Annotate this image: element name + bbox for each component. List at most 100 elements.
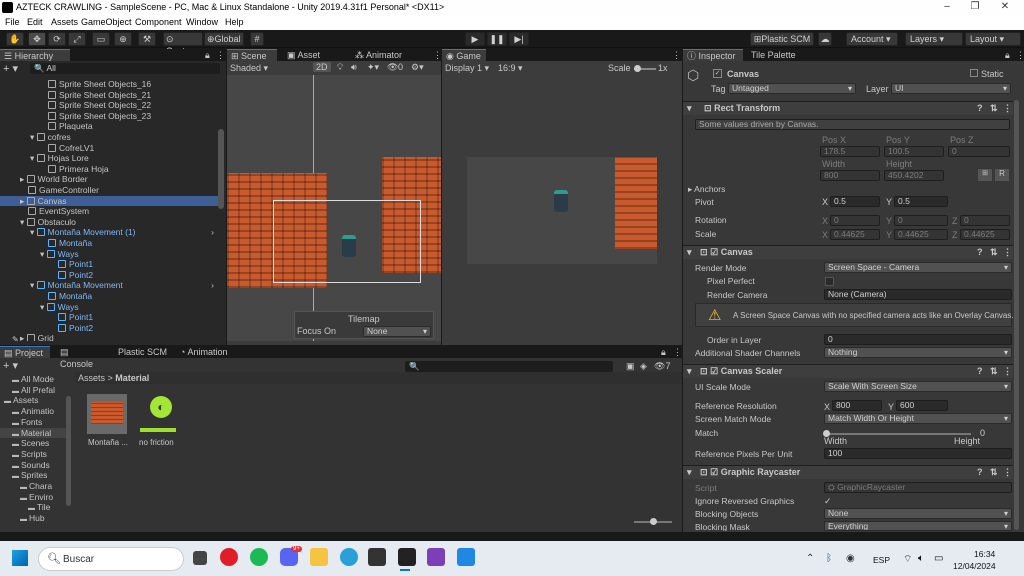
rotate-tool-icon[interactable]: ⟳ bbox=[48, 32, 66, 46]
canvas-component-header[interactable]: ▾ ⊡ ☑ Canvas ? ⇅ ⋮ bbox=[683, 245, 1013, 259]
tab-tile-palette[interactable]: Tile Palette bbox=[747, 49, 807, 61]
unity-hub-icon[interactable] bbox=[368, 548, 386, 566]
raycaster-enabled-checkbox[interactable]: ☑ bbox=[710, 467, 718, 477]
mode-2d-toggle[interactable]: 2D bbox=[313, 62, 331, 72]
prefab-open-icon[interactable]: › bbox=[211, 280, 214, 291]
scene-menu-icon[interactable]: ⋮ bbox=[433, 50, 442, 61]
tab-inspector[interactable]: ⓘ Inspector bbox=[683, 49, 743, 61]
project-folder-item[interactable]: ▬ All Prefal bbox=[0, 385, 66, 396]
help-icon[interactable]: ? bbox=[977, 102, 983, 115]
task-view-icon[interactable] bbox=[193, 551, 207, 565]
expand-arrow-icon[interactable]: ▾ bbox=[20, 217, 27, 227]
tray-overflow-icon[interactable]: ⌃ bbox=[806, 553, 814, 564]
pixel-perfect-checkbox[interactable] bbox=[825, 277, 834, 286]
blueprint-button[interactable]: ⊞ bbox=[978, 169, 992, 181]
preset-icon[interactable]: ⇅ bbox=[990, 102, 998, 115]
project-folder-item[interactable]: ▬ Hub bbox=[0, 513, 66, 524]
breadcrumb-material[interactable]: Material bbox=[115, 373, 149, 383]
rect-tool-icon[interactable]: ▭ bbox=[92, 32, 110, 46]
preset-icon[interactable]: ⇅ bbox=[990, 246, 998, 259]
ignore-reversed-checkbox[interactable]: ✓ bbox=[824, 496, 832, 507]
hierarchy-item[interactable]: ▸ World Border bbox=[0, 174, 218, 185]
tab-asset-store[interactable]: ▣ Asset Store bbox=[283, 49, 345, 72]
lock-icon[interactable]: 🔒︎ bbox=[205, 50, 210, 61]
ui-scale-mode-dropdown[interactable]: Scale With Screen Size bbox=[824, 381, 1012, 392]
hierarchy-item[interactable]: CofreLV1 bbox=[0, 143, 218, 154]
effects-icon[interactable]: ✦▾ bbox=[367, 62, 379, 73]
pivot-y-field[interactable]: 0.5 bbox=[894, 196, 948, 207]
tab-animator[interactable]: ⁂ Animator bbox=[351, 49, 411, 61]
canvas-enabled-checkbox[interactable]: ☑ bbox=[710, 247, 718, 257]
rect-transform-header[interactable]: ▾ ⊡ Rect Transform ? ⇅ ⋮ bbox=[683, 101, 1013, 115]
project-search-input[interactable]: 🔍 bbox=[405, 361, 613, 372]
shading-dropdown[interactable]: Shaded ▾ bbox=[230, 63, 268, 74]
object-name-field[interactable]: Canvas bbox=[727, 69, 759, 79]
play-button[interactable]: ▶ bbox=[465, 32, 485, 46]
expand-arrow-icon[interactable]: ▾ bbox=[30, 280, 37, 290]
preset-icon[interactable]: ⇅ bbox=[990, 466, 998, 479]
scale-slider-thumb[interactable] bbox=[634, 65, 641, 72]
project-folder-item[interactable]: ▬ Sprites bbox=[0, 470, 66, 481]
hierarchy-item[interactable]: ▾ Montaña Movement › bbox=[0, 280, 218, 291]
hierarchy-item[interactable]: Point1 bbox=[0, 259, 218, 270]
telegram-icon[interactable] bbox=[340, 548, 358, 566]
icon-size-thumb[interactable] bbox=[650, 518, 657, 525]
project-folder-item[interactable]: ▬ Material bbox=[0, 427, 66, 438]
expand-arrow-icon[interactable]: ▸ bbox=[20, 333, 27, 341]
unity-editor-icon[interactable] bbox=[398, 548, 416, 566]
hierarchy-item[interactable]: Plaqueta bbox=[0, 121, 218, 132]
graphic-raycaster-header[interactable]: ▾ ⊡ ☑ Graphic Raycaster ? ⇅ ⋮ bbox=[683, 465, 1013, 479]
tab-animation[interactable]: ◔ Animation bbox=[176, 346, 238, 358]
aspect-dropdown[interactable]: 16:9 ▾ bbox=[498, 63, 523, 74]
hierarchy-bottom-icon[interactable]: ✎ bbox=[12, 335, 19, 344]
minimize-icon[interactable]: – bbox=[940, 1, 954, 12]
project-folder-item[interactable]: ▬ Assets bbox=[0, 395, 66, 406]
account-dropdown[interactable]: Account ▾ bbox=[846, 32, 898, 46]
kebab-menu-icon[interactable]: ⋮ bbox=[216, 50, 225, 61]
menu-gameobject[interactable]: GameObject bbox=[81, 17, 132, 27]
windows-start-icon[interactable] bbox=[12, 550, 28, 566]
add-object-button[interactable]: + ▾ bbox=[3, 62, 18, 75]
visibility-icon[interactable]: 👁︎ bbox=[387, 62, 398, 73]
match-slider[interactable] bbox=[826, 433, 971, 435]
project-folder-item[interactable]: ▬ Fonts bbox=[0, 417, 66, 428]
screen-match-mode-dropdown[interactable]: Match Width Or Height bbox=[824, 413, 1012, 424]
width-field[interactable]: 800 bbox=[820, 170, 880, 181]
project-folder-item[interactable]: ▬ Tile bbox=[0, 502, 66, 513]
layer-dropdown[interactable]: UI bbox=[891, 83, 1011, 94]
pivot-x-field[interactable]: 0.5 bbox=[830, 196, 880, 207]
menu-assets[interactable]: Assets bbox=[51, 17, 78, 27]
project-menu-icon[interactable]: ⋮ bbox=[673, 347, 682, 358]
expand-arrow-icon[interactable]: ▾ bbox=[30, 227, 37, 237]
preset-icon[interactable]: ⇅ bbox=[990, 365, 998, 378]
lighting-icon[interactable]: 💡︎ bbox=[337, 62, 343, 73]
match-value[interactable]: 0 bbox=[980, 428, 985, 438]
focus-on-dropdown[interactable]: None bbox=[363, 326, 431, 337]
order-in-layer-field[interactable]: 0 bbox=[824, 334, 1012, 345]
hierarchy-item[interactable]: Sprite Sheet Objects_16 bbox=[0, 79, 218, 90]
maximize-icon[interactable]: ❐ bbox=[968, 1, 982, 12]
layers-dropdown[interactable]: Layers ▾ bbox=[905, 32, 963, 46]
hierarchy-item[interactable]: Point2 bbox=[0, 270, 218, 281]
breadcrumb-assets[interactable]: Assets bbox=[78, 373, 105, 383]
close-icon[interactable]: ✕ bbox=[998, 1, 1012, 12]
wifi-icon[interactable]: ⌔ bbox=[903, 553, 912, 566]
project-folder-item[interactable]: ▬ Enviro bbox=[0, 492, 66, 503]
hierarchy-item[interactable]: ▾ Hojas Lore bbox=[0, 153, 218, 164]
hand-tool-icon[interactable]: ✋ bbox=[6, 32, 24, 46]
visual-studio-icon[interactable] bbox=[427, 548, 445, 566]
menu-help[interactable]: Help bbox=[225, 17, 244, 27]
help-icon[interactable]: ? bbox=[977, 365, 983, 378]
transform-tool-icon[interactable]: ⊕ bbox=[114, 32, 132, 46]
active-checkbox[interactable]: ✓ bbox=[713, 69, 722, 78]
clock-date[interactable]: 12/04/2024 bbox=[953, 561, 996, 571]
tree-scrollbar[interactable] bbox=[66, 396, 71, 506]
hierarchy-item[interactable]: Point1 bbox=[0, 312, 218, 323]
hierarchy-item[interactable]: ▾ Obstaculo bbox=[0, 217, 218, 228]
pause-button[interactable]: ❚❚ bbox=[487, 32, 507, 46]
inspector-scrollbar[interactable] bbox=[1014, 100, 1019, 530]
scale-z-field[interactable]: 0.44625 bbox=[960, 229, 1010, 240]
expand-arrow-icon[interactable]: ▸ bbox=[20, 174, 27, 184]
hierarchy-item[interactable]: EventSystem bbox=[0, 206, 218, 217]
tab-plastic-scm[interactable]: Plastic SCM bbox=[114, 346, 174, 358]
